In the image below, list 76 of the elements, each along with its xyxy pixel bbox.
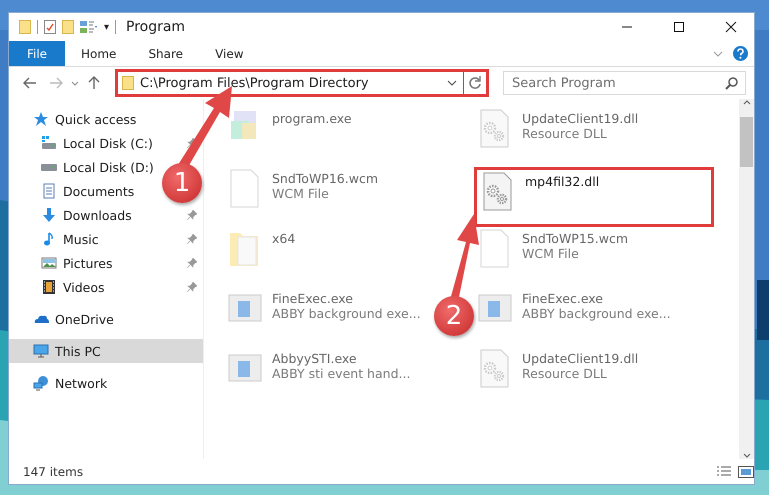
file-type: Resource DLL [522,126,608,141]
file-name: x64 [272,231,296,246]
scroll-thumb[interactable] [740,117,753,167]
drive-icon [41,164,57,170]
document-icon [41,183,57,199]
file-type: WCM File [272,186,330,201]
forward-arrow-icon [49,77,63,89]
star-icon [33,111,49,127]
file-name: FineExec.exe [522,291,604,306]
file-item[interactable]: AbbyySTI.exe ABBY sti event hand... [224,347,432,407]
file-type: ABBY background exe... [522,306,671,321]
folder-icon [19,20,31,34]
file-type: Resource DLL [522,366,608,381]
nav-item[interactable]: Quick access [55,112,136,126]
file-item[interactable]: FineExec.exe ABBY background exe... [224,287,432,347]
download-arrow-icon [41,207,57,223]
file-item[interactable]: SndToWP16.wcm WCM File [224,167,432,227]
up-arrow-icon [88,76,100,90]
file-item[interactable]: SndToWP15.wcm WCM File [474,227,714,287]
file-name: program.exe [272,111,352,126]
file-item[interactable]: mp4fil32.dll [474,167,714,227]
file-type: ABBY sti event hand... [272,366,410,381]
selected-nav-item[interactable]: This PC [9,339,203,363]
large-icons-view-icon[interactable] [738,466,754,478]
file-name: FineExec.exe [272,291,354,306]
file-name: UpdateClient19.dll [522,351,638,366]
file-type: WCM File [522,246,580,261]
item-count: 147 items [23,464,84,478]
customize-dropdown[interactable]: ▾ [104,21,109,33]
film-icon [41,279,57,295]
address-field[interactable]: C:\Program Files\Program Directory [115,69,489,97]
nav-item[interactable]: Local Disk (C:) [63,136,153,150]
drive-icon [41,135,57,151]
scroll-down-icon [742,453,750,459]
nav-item[interactable]: Music [63,232,99,246]
file-item[interactable]: UpdateClient19.dll Resource DLL [474,107,714,167]
ribbon-tab[interactable]: View [199,41,260,66]
ribbon-tab[interactable]: Home [65,41,132,66]
scroll-up-icon [742,99,750,105]
nav-item[interactable]: Pictures [63,256,112,270]
nav-item[interactable]: OneDrive [55,312,114,326]
file-item[interactable]: x64 [224,227,432,287]
details-view-icon[interactable] [716,466,732,478]
close-icon [725,21,737,33]
nav-item[interactable]: Local Disk (D:) [63,160,154,174]
ribbon-tab[interactable]: File [9,41,65,66]
file-name: mp4fil32.dll [525,174,600,189]
scrollbar[interactable] [739,99,754,459]
file-name: UpdateClient19.dll [522,111,638,126]
window-title: Program [126,19,186,35]
properties-icon[interactable] [44,20,56,34]
file-name: SndToWP15.wcm [522,231,628,246]
chevron-down-icon[interactable] [447,80,457,86]
folder-icon [122,76,134,90]
help-icon[interactable] [733,46,748,61]
view-icon[interactable] [80,20,98,34]
file-type: ABBY background exe... [272,306,421,321]
file-item[interactable]: program.exe [224,107,432,167]
search-icon [725,77,738,90]
file-name: SndToWP16.wcm [272,171,378,186]
file-item[interactable]: UpdateClient19.dll Resource DLL [474,347,714,407]
network-icon [33,375,49,391]
refresh-icon[interactable] [468,76,482,90]
back-arrow-icon [23,77,37,89]
nav-item[interactable]: Videos [63,280,105,294]
nav-item[interactable]: Downloads [63,208,132,222]
nav-item[interactable]: Network [55,376,108,390]
picture-icon [41,255,57,271]
file-item[interactable]: FineExec.exe ABBY background exe... [474,287,714,347]
nav-item[interactable]: Documents [63,184,134,198]
computer-icon [33,343,49,359]
address-path: C:\Program Files\Program Directory [140,76,370,90]
maximize-icon [673,21,685,33]
ribbon-tab[interactable]: Share [132,41,200,66]
search-field[interactable]: Search Program [503,71,746,95]
file-name: AbbyySTI.exe [272,351,358,366]
